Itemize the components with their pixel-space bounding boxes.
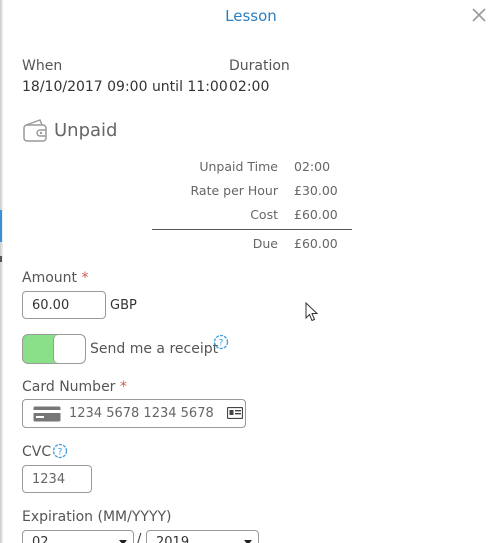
- when-label: When: [22, 58, 63, 74]
- currency-label: GBP: [110, 298, 137, 313]
- amount-label: Amount *: [22, 270, 88, 286]
- wallet-icon: [23, 119, 47, 142]
- backdrop-mark: [0, 256, 2, 262]
- summary-label: Cost: [250, 207, 278, 222]
- expiration-label: Expiration (MM/YYYY): [22, 509, 172, 525]
- backdrop-edge: [0, 0, 3, 543]
- help-icon[interactable]: ?: [52, 443, 68, 459]
- duration-value: 02:00: [229, 79, 270, 95]
- amount-input[interactable]: 60.00: [22, 291, 106, 319]
- amount-value: 60.00: [32, 297, 70, 313]
- card-number-label: Card Number *: [22, 379, 127, 395]
- required-mark: *: [81, 270, 89, 286]
- help-icon[interactable]: ?: [213, 334, 229, 350]
- summary-divider: [152, 229, 352, 230]
- dialog-title: Lesson: [225, 7, 277, 25]
- svg-text:?: ?: [219, 339, 224, 349]
- lesson-payment-dialog: Lesson When 18/10/2017 09:00 until 11:00…: [0, 0, 502, 543]
- credit-card-icon: [33, 406, 61, 422]
- duration-label: Duration: [229, 58, 290, 74]
- backdrop-accent: [0, 210, 2, 242]
- mouse-cursor-icon: [305, 302, 319, 322]
- expiration-month-value: 02: [32, 535, 49, 543]
- expiration-separator: /: [137, 532, 142, 543]
- card-number-placeholder: 1234 5678 1234 5678: [69, 406, 214, 421]
- expiration-year-value: 2019: [156, 535, 190, 543]
- card-number-label-text: Card Number: [22, 379, 116, 395]
- summary-row-unpaid-time: Unpaid Time 02:00: [150, 159, 360, 177]
- summary-row-due: Due £60.00: [150, 236, 360, 254]
- toggle-knob: [53, 335, 85, 363]
- expiration-year-select[interactable]: 2019: [146, 530, 259, 543]
- summary-value: £30.00: [294, 183, 338, 198]
- amount-label-text: Amount: [22, 270, 78, 286]
- cvc-placeholder: 1234: [32, 471, 66, 487]
- summary-row-rate: Rate per Hour £30.00: [150, 183, 360, 201]
- required-mark: *: [119, 379, 127, 395]
- receipt-label: Send me a receipt: [90, 341, 219, 357]
- cvc-label: CVC: [22, 444, 52, 460]
- card-number-input[interactable]: 1234 5678 1234 5678: [22, 399, 246, 428]
- summary-label: Rate per Hour: [190, 183, 278, 198]
- summary-value: 02:00: [294, 159, 331, 174]
- card-id-icon: [227, 407, 243, 419]
- receipt-toggle[interactable]: [22, 334, 86, 364]
- summary-value: £60.00: [294, 207, 338, 222]
- payment-status: Unpaid: [54, 120, 118, 141]
- summary-label: Unpaid Time: [199, 159, 278, 174]
- cvc-input[interactable]: 1234: [22, 465, 92, 493]
- expiration-month-select[interactable]: 02: [22, 530, 134, 543]
- when-value: 18/10/2017 09:00 until 11:00: [22, 79, 228, 95]
- due-value: £60.00: [294, 236, 338, 251]
- svg-text:?: ?: [58, 448, 63, 458]
- due-label: Due: [252, 236, 278, 251]
- summary-row-cost: Cost £60.00: [150, 207, 360, 225]
- close-icon[interactable]: [470, 6, 488, 24]
